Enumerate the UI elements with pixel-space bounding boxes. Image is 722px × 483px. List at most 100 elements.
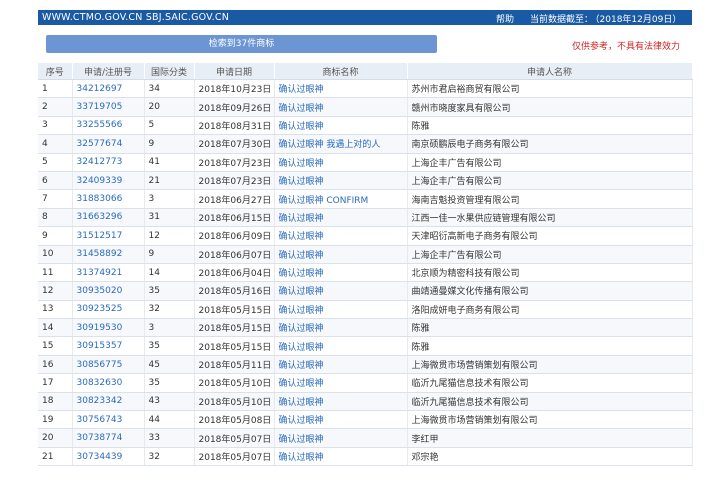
applicant-name: 上海企丰广告有限公司 xyxy=(407,153,693,172)
data-update-date: （2018年12月09日） xyxy=(595,15,682,25)
row-index: 14 xyxy=(38,318,73,338)
reg-number-link[interactable]: 30935020 xyxy=(72,281,145,301)
help-link[interactable]: 帮助 xyxy=(496,12,514,25)
trademark-name-link[interactable]: 确认过眼神 xyxy=(274,447,408,467)
table-row: 9 31512517 12 2018年06月09日 确认过眼神 天津昭衍高新电子商务有限公… xyxy=(38,226,693,246)
reg-number-link[interactable]: 33255566 xyxy=(72,116,145,136)
row-index: 19 xyxy=(38,410,73,430)
application-date: 2018年09月26日 xyxy=(194,97,275,117)
row-index: 18 xyxy=(38,392,73,412)
header-reg-number: 申请/注册号 xyxy=(72,63,145,80)
header-class: 国际分类 xyxy=(144,63,195,80)
reg-number-link[interactable]: 30738774 xyxy=(72,428,145,448)
row-index: 16 xyxy=(38,355,73,375)
data-update-info: 当前数据截至： （2018年12月09日） xyxy=(530,12,681,25)
application-date: 2018年05月07日 xyxy=(194,428,275,448)
reg-number-link[interactable]: 31663296 xyxy=(72,208,145,228)
reg-number-link[interactable]: 30856775 xyxy=(72,355,145,375)
trademark-name-link[interactable]: 确认过眼神 xyxy=(274,392,408,412)
trademark-name-link[interactable]: 确认过眼神 xyxy=(274,153,408,172)
reg-number-link[interactable]: 32409339 xyxy=(72,171,145,191)
reg-number-link[interactable]: 31512517 xyxy=(72,226,145,246)
application-date: 2018年05月07日 xyxy=(194,447,275,467)
trademark-name-link[interactable]: 确认过眼神 xyxy=(274,226,408,246)
reg-number-link[interactable]: 31883066 xyxy=(72,189,145,209)
row-index: 20 xyxy=(38,428,73,448)
trademark-name-link[interactable]: 确认过眼神 xyxy=(274,355,408,375)
class-number: 3 xyxy=(144,189,195,209)
reg-number-link[interactable]: 30734439 xyxy=(72,447,145,467)
data-update-label: 当前数据截至： xyxy=(530,15,594,25)
row-index: 15 xyxy=(38,336,73,356)
table-row: 18 30823342 43 2018年05月10日 确认过眼神 临沂九尾猫信息技术有限公… xyxy=(38,392,693,412)
trademark-name-link[interactable]: 确认过眼神 xyxy=(274,97,408,117)
trademark-name-link[interactable]: 确认过眼神 xyxy=(274,336,408,356)
site-domains: WWW.CTMO.GOV.CN SBJ.SAIC.GOV.CN xyxy=(42,12,230,23)
row-index: 1 xyxy=(38,79,73,99)
trademark-name-link[interactable]: 确认过眼神 我遇上对的人 xyxy=(274,134,408,154)
reg-number-link[interactable]: 32412773 xyxy=(72,153,145,172)
class-number: 5 xyxy=(144,116,195,136)
trademark-name-link[interactable]: 确认过眼神 xyxy=(274,373,408,393)
table-row: 12 30935020 35 2018年05月16日 确认过眼神 曲靖通曼媒文化传播有限公… xyxy=(38,281,693,301)
row-index: 17 xyxy=(38,373,73,393)
row-index: 4 xyxy=(38,134,73,154)
trademark-name-link[interactable]: 确认过眼神 xyxy=(274,263,408,283)
applicant-name: 曲靖通曼媒文化传播有限公司 xyxy=(407,281,693,301)
disclaimer-text: 仅供参考，不具有法律效力 xyxy=(572,42,681,52)
table-row: 16 30856775 45 2018年05月11日 确认过眼神 上海微贯市场营销策划有限… xyxy=(38,355,693,375)
reg-number-link[interactable]: 31458892 xyxy=(72,245,145,264)
reg-number-link[interactable]: 31374921 xyxy=(72,263,145,283)
applicant-name: 苏州市君启裕商贸有限公司 xyxy=(407,79,693,99)
reg-number-link[interactable]: 32577674 xyxy=(72,134,145,154)
applicant-name: 南京硕鹏辰电子商务有限公司 xyxy=(407,134,693,154)
reg-number-link[interactable]: 30919530 xyxy=(72,318,145,338)
table-row: 10 31458892 9 2018年06月07日 确认过眼神 上海企丰广告有限公司 xyxy=(38,245,693,264)
applicant-name: 上海企丰广告有限公司 xyxy=(407,245,693,264)
table-row: 8 31663296 31 2018年06月15日 确认过眼神 江西一佳一水果供应链管理有… xyxy=(38,208,693,228)
trademark-name-link[interactable]: 确认过眼神 xyxy=(274,116,408,136)
applicant-name: 陈雅 xyxy=(407,336,693,356)
table-row: 13 30923525 32 2018年05月15日 确认过眼神 洛阳成妍电子商务有限公司 xyxy=(38,300,693,320)
applicant-name: 北京顺为精密科技有限公司 xyxy=(407,263,693,283)
table-header-row: 序号 申请/注册号 国际分类 申请日期 商标名称 申请人名称 xyxy=(38,63,693,80)
class-number: 35 xyxy=(144,373,195,393)
application-date: 2018年07月23日 xyxy=(194,171,275,191)
reg-number-link[interactable]: 34212697 xyxy=(72,79,145,99)
trademark-name-link[interactable]: 确认过眼神 xyxy=(274,245,408,264)
application-date: 2018年06月04日 xyxy=(194,263,275,283)
table-row: 1 34212697 34 2018年10月23日 确认过眼神 苏州市君启裕商贸有限公司 xyxy=(38,79,693,99)
reg-number-link[interactable]: 30823342 xyxy=(72,392,145,412)
trademark-name-link[interactable]: 确认过眼神 xyxy=(274,318,408,338)
class-number: 9 xyxy=(144,134,195,154)
trademark-name-link[interactable]: 确认过眼神 xyxy=(274,79,408,99)
trademark-name-link[interactable]: 确认过眼神 xyxy=(274,410,408,430)
reg-number-link[interactable]: 30832630 xyxy=(72,373,145,393)
application-date: 2018年07月30日 xyxy=(194,134,275,154)
table-row: 3 33255566 5 2018年08月31日 确认过眼神 陈雅 xyxy=(38,116,693,136)
trademark-name-link[interactable]: 确认过眼神 xyxy=(274,300,408,320)
class-number: 20 xyxy=(144,97,195,117)
table-row: 14 30919530 3 2018年05月15日 确认过眼神 陈雅 xyxy=(38,318,693,338)
reg-number-link[interactable]: 30923525 xyxy=(72,300,145,320)
application-date: 2018年05月15日 xyxy=(194,300,275,320)
application-date: 2018年05月08日 xyxy=(194,410,275,430)
applicant-name: 上海微贯市场营销策划有限公司 xyxy=(407,410,693,430)
row-index: 3 xyxy=(38,116,73,136)
table-row: 15 30915357 35 2018年05月15日 确认过眼神 陈雅 xyxy=(38,336,693,356)
class-number: 3 xyxy=(144,318,195,338)
reg-number-link[interactable]: 30915357 xyxy=(72,336,145,356)
header-applicant: 申请人名称 xyxy=(407,63,693,80)
reg-number-link[interactable]: 33719705 xyxy=(72,97,145,117)
application-date: 2018年10月23日 xyxy=(194,79,275,99)
trademark-name-link[interactable]: 确认过眼神 xyxy=(274,171,408,191)
trademark-name-link[interactable]: 确认过眼神 xyxy=(274,208,408,228)
trademark-name-link[interactable]: 确认过眼神 xyxy=(274,281,408,301)
reg-number-link[interactable]: 30756743 xyxy=(72,410,145,430)
application-date: 2018年05月15日 xyxy=(194,336,275,356)
class-number: 35 xyxy=(144,336,195,356)
row-index: 12 xyxy=(38,281,73,301)
trademark-name-link[interactable]: 确认过眼神 CONFIRM xyxy=(274,189,408,209)
application-date: 2018年06月07日 xyxy=(194,245,275,264)
trademark-name-link[interactable]: 确认过眼神 xyxy=(274,428,408,448)
